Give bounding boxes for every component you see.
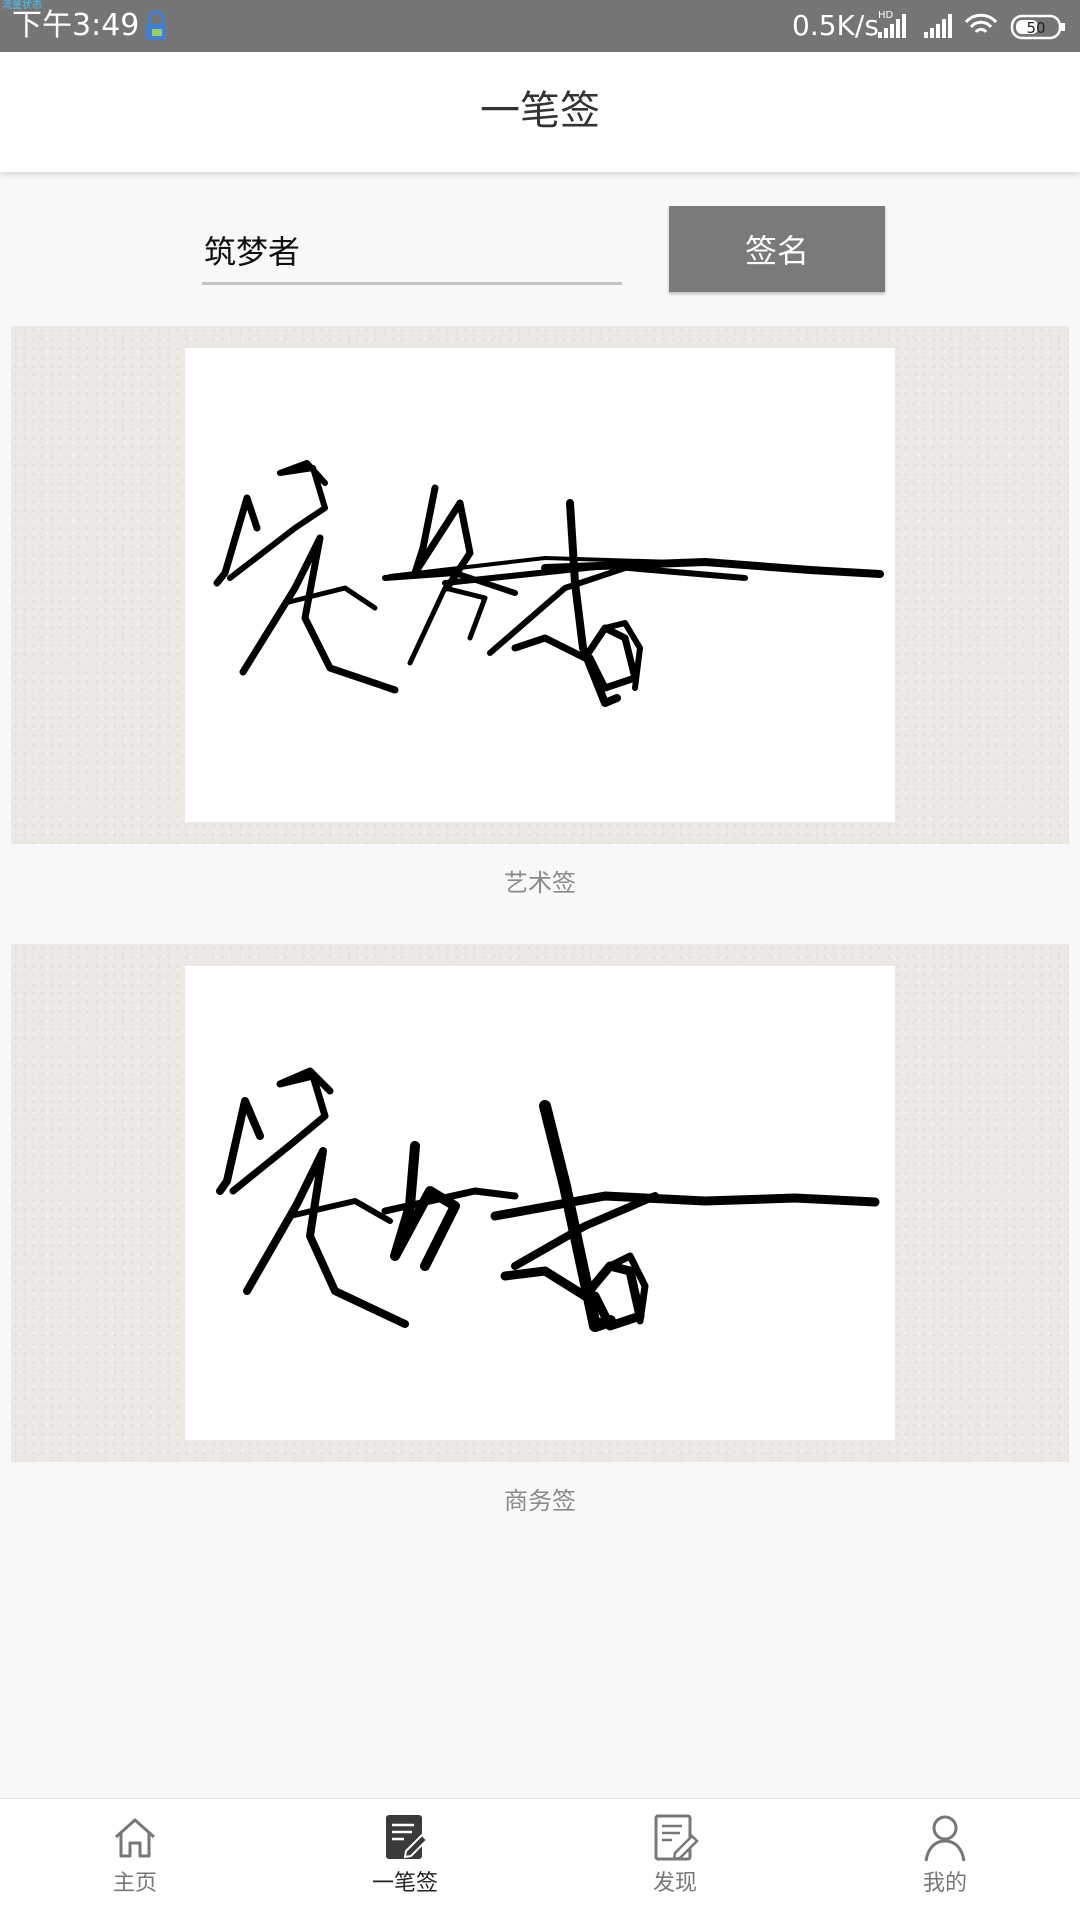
wifi-icon xyxy=(964,13,998,34)
edit-note-icon xyxy=(386,1815,429,1859)
hd-signal-icon: HD xyxy=(878,10,906,38)
status-net-speed: 0.5K/s xyxy=(792,9,879,42)
nav-item-home[interactable]: 主页 xyxy=(0,1811,270,1911)
battery-icon: 50 xyxy=(1010,14,1065,40)
nav-label-mine: 我的 xyxy=(922,1871,967,1896)
signal-icon xyxy=(924,14,952,38)
signature-panel-business xyxy=(11,944,1069,1462)
status-bar: 流量状态 下午3:49 0.5K/s HD 50 xyxy=(0,0,1080,52)
nav-label-discover: 发现 xyxy=(652,1871,697,1896)
bottom-nav: 主页 一笔签 发现 我的 xyxy=(0,1798,1080,1921)
nav-item-discover[interactable]: 发现 xyxy=(540,1811,810,1911)
nav-label-home: 主页 xyxy=(112,1871,157,1896)
page-title: 一笔签 xyxy=(480,88,600,134)
battery-level: 50 xyxy=(1026,19,1045,37)
home-icon xyxy=(114,1818,156,1858)
person-icon xyxy=(924,1815,966,1862)
signature-caption-art: 艺术签 xyxy=(504,869,576,897)
signature-caption-business: 商务签 xyxy=(504,1487,576,1515)
nav-item-mine[interactable]: 我的 xyxy=(810,1811,1080,1911)
hd-label: HD xyxy=(878,10,894,21)
signature-image-art[interactable] xyxy=(185,348,895,822)
signature-drawing-business xyxy=(216,1067,880,1332)
signature-panel-art xyxy=(11,326,1069,844)
nav-item-signature[interactable]: 一笔签 xyxy=(270,1811,540,1911)
nav-label-signature: 一笔签 xyxy=(371,1871,438,1896)
signature-drawing-art xyxy=(213,460,884,707)
name-input[interactable] xyxy=(202,218,622,285)
app-bar: 一笔签 xyxy=(0,52,1080,172)
sign-button[interactable]: 签名 xyxy=(669,206,885,292)
write-icon xyxy=(654,1814,699,1861)
status-icons: HD 50 xyxy=(878,10,1065,40)
status-time: 下午3:49 xyxy=(12,8,140,43)
signature-image-business[interactable] xyxy=(185,966,895,1440)
vpn-lock-icon xyxy=(146,10,166,40)
